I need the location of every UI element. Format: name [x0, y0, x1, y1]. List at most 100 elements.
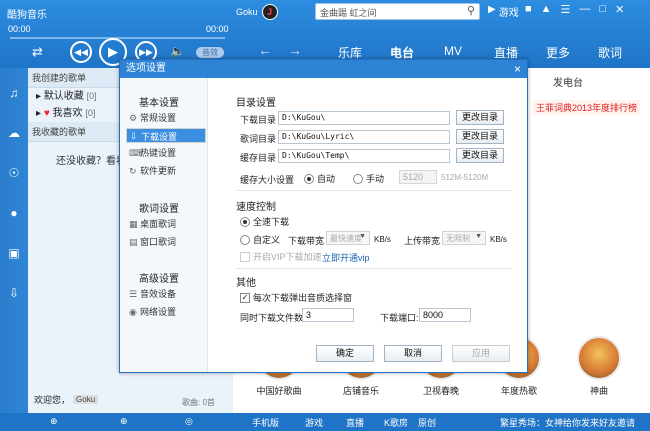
promo-banner[interactable]: 王菲词典2013年度排行榜 [533, 100, 641, 115]
app-brand: 酷狗音乐 [7, 10, 47, 21]
radio-ad-text[interactable]: 发电台 [553, 74, 583, 89]
divider [236, 268, 512, 269]
playlist-label: 我喜欢 [52, 108, 83, 119]
avatar[interactable]: J [261, 4, 278, 20]
volume-icon[interactable]: 🔈 [170, 44, 185, 58]
cloud-icon[interactable]: ☁ [6, 126, 22, 142]
vip-accel-label: 开启VIP下载加速 [253, 252, 322, 262]
tile-label: 年度热歌 [500, 386, 537, 396]
sidebar-item-general[interactable]: ⚙ 常规设置 [126, 111, 206, 126]
left-icon-strip: ♫ ☁ ☉ ● ▣ ⇩ [0, 68, 28, 413]
custom-speed-radio[interactable]: 自定义 [240, 233, 280, 246]
music-note-icon[interactable]: ♫ [6, 86, 22, 102]
welcome-label: 欢迎您， [34, 395, 71, 405]
upload-bw-unit: KB/s [490, 235, 507, 244]
cache-manual-radio[interactable]: 手动 [353, 172, 384, 185]
playlist-count: [0] [86, 91, 97, 101]
download-bw-label: 下载带宽 [288, 236, 325, 246]
add-icon[interactable]: ⊕ [50, 416, 58, 427]
download-bw-select[interactable]: 最快速度 ▼ [326, 231, 370, 245]
cache-auto-radio[interactable]: 自动 [304, 172, 335, 185]
game-button[interactable]: ▶ 游戏 [488, 4, 519, 19]
close-icon[interactable]: × [514, 60, 521, 78]
lyrics-dir-label: 歌词目录 [240, 134, 277, 144]
tab-more[interactable]: 更多 [546, 44, 570, 61]
sidebar-item-update[interactable]: ↻ 软件更新 [126, 164, 206, 179]
open-vip-link[interactable]: 立即开通vip [322, 251, 370, 264]
sidebar-item-network[interactable]: ◉ 网络设置 [126, 305, 206, 320]
sidebar-item-window-lyrics[interactable]: ▤ 窗口歌词 [126, 235, 206, 250]
top-bar: 酷狗音乐 Goku J 金曲踢 虹之间 ⚲ ▶ 游戏 ■ ▲ ☰ — □ ✕ 0… [0, 0, 650, 68]
skin-icon[interactable]: ■ [525, 3, 532, 16]
quality-popup-label: 每次下载弹出音质选择窗 [253, 293, 353, 303]
search-icon[interactable]: ⚲ [464, 4, 478, 18]
bottom-game[interactable]: 游戏 [305, 416, 323, 429]
previous-icon[interactable]: ◀◀ [70, 41, 92, 63]
group-basic: 基本设置 [139, 98, 179, 109]
bottom-mobile[interactable]: 手机版 [252, 416, 279, 429]
bottom-live[interactable]: 直播 [346, 416, 364, 429]
minimize-icon[interactable]: — [579, 3, 590, 16]
locate-icon[interactable]: ◎ [185, 416, 193, 427]
vip-accel-checkbox[interactable]: 开启VIP下载加速 [240, 250, 322, 263]
radio-icon[interactable]: ☉ [6, 166, 22, 182]
menu-icon[interactable]: ☰ [561, 3, 571, 16]
radio-dot [353, 173, 363, 184]
login-user[interactable]: Goku [73, 395, 99, 404]
full-speed-radio[interactable]: 全速下载 [240, 215, 289, 228]
sidebar-item-label: 热键设置 [140, 148, 177, 158]
download-dir-field[interactable]: D:\KuGou\ [278, 111, 450, 125]
radio-tile[interactable]: 神曲 [569, 336, 629, 397]
apply-button[interactable]: 应用 [452, 345, 510, 362]
shirt-icon[interactable]: ▲ [541, 3, 552, 16]
ok-button[interactable]: 确定 [316, 345, 374, 362]
maximize-icon[interactable]: □ [599, 3, 606, 16]
location-icon[interactable]: ● [6, 206, 22, 222]
upload-bw-select[interactable]: 无限制 ▼ [442, 231, 486, 245]
tab-lyrics[interactable]: 歌词 [598, 44, 622, 61]
bottom-original[interactable]: 原创 [418, 416, 436, 429]
back-icon[interactable]: ← [258, 42, 272, 58]
cache-size-input[interactable]: 5120 [399, 170, 437, 184]
download-icon: ⇩ [130, 131, 138, 141]
forward-icon[interactable]: → [288, 42, 302, 58]
cache-dir-field[interactable]: D:\KuGou\Temp\ [278, 149, 450, 163]
refresh-icon: ↻ [129, 166, 137, 176]
sidebar-item-label: 软件更新 [140, 166, 177, 176]
bottom-ticker[interactable]: 繁星秀场：女神给你发来好友邀请 [500, 416, 635, 429]
expand-icon[interactable]: ▸ [36, 91, 41, 102]
cancel-button[interactable]: 取消 [384, 345, 442, 362]
quality-popup-checkbox[interactable]: ✓ 每次下载弹出音质选择窗 [240, 291, 352, 304]
change-download-dir-button[interactable]: 更改目录 [456, 110, 504, 125]
sidebar-item-label: 下载设置 [141, 132, 178, 142]
tab-mv[interactable]: MV [444, 44, 462, 58]
download-icon[interactable]: ⇩ [6, 286, 22, 302]
play-mode-icon[interactable]: ⇄ [32, 44, 43, 60]
change-cache-dir-button[interactable]: 更改目录 [456, 148, 504, 163]
checkbox-box [240, 251, 250, 262]
sidebar-item-label: 桌面歌词 [140, 219, 177, 229]
sidebar-item-download[interactable]: ⇩ 下载设置 [126, 128, 206, 143]
sidebar-item-audio-device[interactable]: ☰ 音效设备 [126, 287, 206, 302]
bottom-ktv[interactable]: K歌房 [384, 416, 408, 429]
full-speed-label: 全速下载 [253, 217, 290, 227]
concurrent-label: 同时下载文件数: [240, 313, 306, 323]
time-elapsed: 00:00 [8, 24, 31, 34]
lyrics-dir-field[interactable]: D:\KuGou\Lyric\ [278, 130, 450, 144]
device-icon[interactable]: ▣ [6, 246, 22, 262]
user-info[interactable]: Goku J [236, 4, 278, 20]
change-lyrics-dir-button[interactable]: 更改目录 [456, 129, 504, 144]
search-input[interactable]: 金曲踢 虹之间 [315, 3, 480, 20]
sidebar-item-desktop-lyrics[interactable]: ▦ 桌面歌词 [126, 217, 206, 232]
concurrent-input[interactable]: 3 [302, 308, 354, 322]
add-list-icon[interactable]: ⊕ [120, 416, 128, 427]
sound-effect-badge[interactable]: 音效 [196, 47, 224, 58]
window-lyrics-icon: ▤ [129, 237, 138, 247]
download-dir-label: 下载目录 [240, 115, 277, 125]
close-icon[interactable]: ✕ [615, 3, 624, 16]
sidebar-item-label: 窗口歌词 [140, 237, 177, 247]
port-input[interactable]: 8000 [419, 308, 471, 322]
sidebar-item-hotkey[interactable]: ⌨ 热键设置 [126, 146, 206, 161]
group-lyrics: 歌词设置 [139, 204, 179, 215]
expand-icon[interactable]: ▸ [36, 108, 41, 119]
